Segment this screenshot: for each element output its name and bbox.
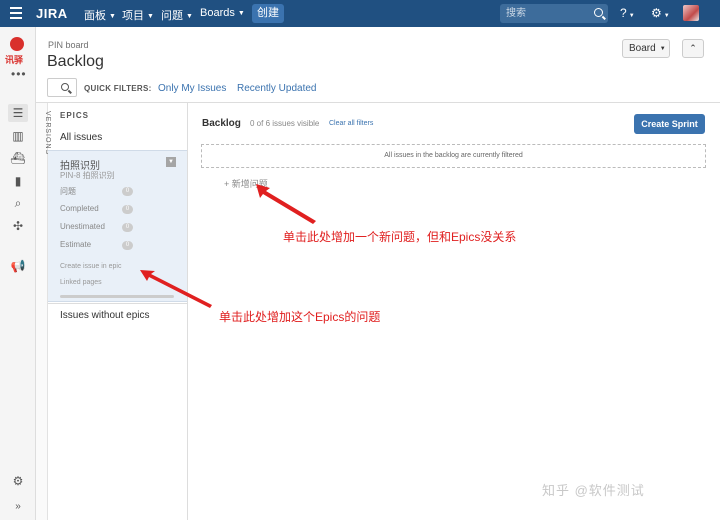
arrow-to-add-issue (256, 184, 316, 224)
nav-dashboards-label: 面板 (84, 10, 106, 22)
top-navigation: JIRA 面板▼ 项目▼ 问题▼ Boards▼ 创建 ?▼ ⚙▼ (0, 0, 720, 27)
quick-filters-label: QUICK FILTERS: (84, 84, 152, 93)
annotation-epic-issue: 单击此处增加这个Epics的问题 (219, 310, 381, 324)
epic-menu-icon[interactable]: ▼ (166, 157, 176, 167)
nav-boards-label: Boards (200, 7, 235, 19)
project-label[interactable]: 讯驿 (5, 53, 23, 66)
filter-recently-updated[interactable]: Recently Updated (237, 83, 317, 94)
active-sprints-icon[interactable]: ▥ (8, 127, 28, 145)
backlog-issue-count: 0 of 6 issues visible (250, 119, 320, 128)
add-issue-button[interactable]: + 新增问题 (224, 177, 268, 190)
collapse-header-button[interactable]: ⌃ (682, 39, 704, 58)
issues-search-icon[interactable]: ⌕ (8, 194, 28, 212)
settings-icon[interactable]: ⚙ ▼ (651, 6, 670, 20)
more-icon[interactable]: ••• (11, 67, 27, 81)
chevron-down-icon: ▼ (186, 13, 193, 20)
components-icon[interactable]: ✣ (8, 217, 28, 235)
nav-boards[interactable]: Boards ▼ (200, 7, 245, 19)
epic-card[interactable]: 拍照识别 PIN-8 拍照识别 ▼ 问题 0 Completed 0 Unest… (48, 150, 187, 302)
epic-all-issues[interactable]: All issues (60, 132, 102, 143)
filter-only-my-issues[interactable]: Only My Issues (158, 83, 226, 94)
nav-dashboards[interactable]: 面板 ▼ (84, 7, 116, 23)
epic-stat-badge: 0 (122, 187, 133, 196)
nav-issues[interactable]: 问题 ▼ (161, 7, 193, 23)
epic-stat-badge: 0 (122, 223, 133, 232)
chevron-down-icon: ▼ (659, 46, 666, 52)
clear-filters-link[interactable]: Clear all filters (329, 120, 373, 127)
issues-without-epics[interactable]: Issues without epics (60, 310, 150, 321)
epics-divider (48, 303, 187, 304)
user-avatar[interactable] (683, 5, 699, 21)
search-box[interactable] (500, 4, 608, 23)
create-button[interactable]: 创建 (252, 4, 284, 23)
nav-projects[interactable]: 项目 ▼ (122, 7, 154, 23)
filtered-message: All issues in the backlog are currently … (201, 144, 706, 168)
board-dropdown-label: Board (629, 43, 656, 54)
nav-projects-label: 项目 (122, 10, 144, 22)
watermark: 知乎 @软件测试 (542, 483, 645, 498)
project-settings-icon[interactable]: ⚙ (8, 472, 28, 490)
linked-pages-link[interactable]: Linked pages (60, 279, 102, 286)
epics-header: EPICS (60, 111, 90, 120)
board-dropdown[interactable]: Board ▼ (622, 39, 670, 58)
breadcrumb[interactable]: PIN board (48, 40, 89, 50)
project-sidebar: 讯驿 ••• ☰ ▥ ⛴ ▮ ⌕ ✣ 📢 ⚙ » (0, 27, 36, 520)
epic-stat-badge: 0 (122, 241, 133, 250)
search-icon (61, 83, 69, 91)
create-sprint-button[interactable]: Create Sprint (634, 114, 705, 134)
search-icon[interactable] (594, 8, 603, 17)
feedback-icon[interactable]: 📢 (8, 257, 28, 275)
menu-icon[interactable] (10, 7, 22, 19)
chevron-down-icon: ▼ (109, 13, 116, 20)
backlog-icon[interactable]: ☰ (8, 104, 28, 122)
jira-logo[interactable]: JIRA (36, 6, 68, 21)
create-issue-in-epic-link[interactable]: Create issue in epic (60, 263, 121, 270)
releases-icon[interactable]: ⛴ (8, 149, 28, 167)
nav-issues-label: 问题 (161, 10, 183, 22)
epic-key[interactable]: PIN-8 拍照识别 (60, 170, 115, 181)
chevron-down-icon: ▼ (237, 10, 245, 17)
page-title: Backlog (47, 53, 104, 70)
search-input[interactable] (500, 4, 585, 23)
epics-panel: EPICS All issues 拍照识别 PIN-8 拍照识别 ▼ 问题 0 … (48, 103, 188, 520)
chevron-down-icon: ▼ (147, 13, 154, 20)
expand-sidebar-icon[interactable]: » (8, 498, 28, 516)
annotation-new-issue: 单击此处增加一个新问题，但和Epics没关系 (283, 230, 517, 244)
project-avatar-icon[interactable] (10, 37, 24, 51)
epic-stat-badge: 0 (122, 205, 133, 214)
reports-icon[interactable]: ▮ (8, 172, 28, 190)
backlog-heading: Backlog (202, 118, 241, 129)
epic-progress-bar (60, 295, 174, 298)
versions-tab[interactable]: VERSIONS (36, 103, 51, 520)
help-icon[interactable]: ? ▼ (620, 6, 635, 20)
quick-search-button[interactable] (47, 78, 77, 97)
